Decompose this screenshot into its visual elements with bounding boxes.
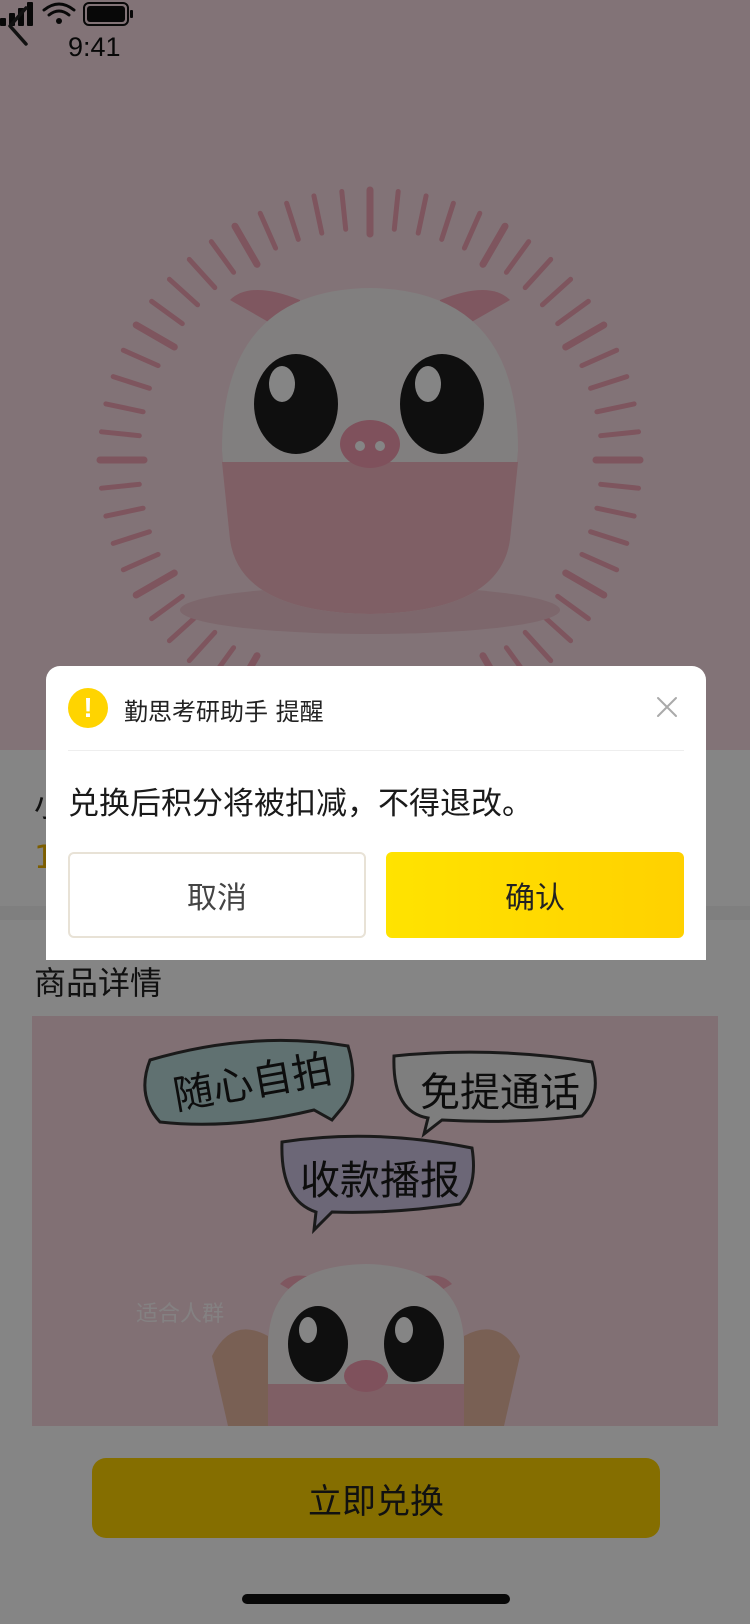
close-icon[interactable] bbox=[650, 690, 684, 724]
warning-icon: ! bbox=[68, 688, 108, 728]
dialog-header: ! 勤思考研助手 提醒 bbox=[68, 686, 684, 746]
cancel-button[interactable]: 取消 bbox=[68, 852, 366, 938]
product-detail-page: 9:41 1 商品详情 随心自拍 免提通话 收款播报 适合人群 立即兑换 ! 勤… bbox=[0, 0, 750, 1624]
confirm-dialog: ! 勤思考研助手 提醒 兑换后积分将被扣减，不得退改。 取消 确认 bbox=[46, 666, 706, 960]
dialog-title: 勤思考研助手 提醒 bbox=[124, 698, 324, 726]
dialog-message: 兑换后积分将被扣减，不得退改。 bbox=[68, 786, 533, 822]
dialog-divider bbox=[68, 750, 684, 751]
confirm-button[interactable]: 确认 bbox=[386, 852, 684, 938]
